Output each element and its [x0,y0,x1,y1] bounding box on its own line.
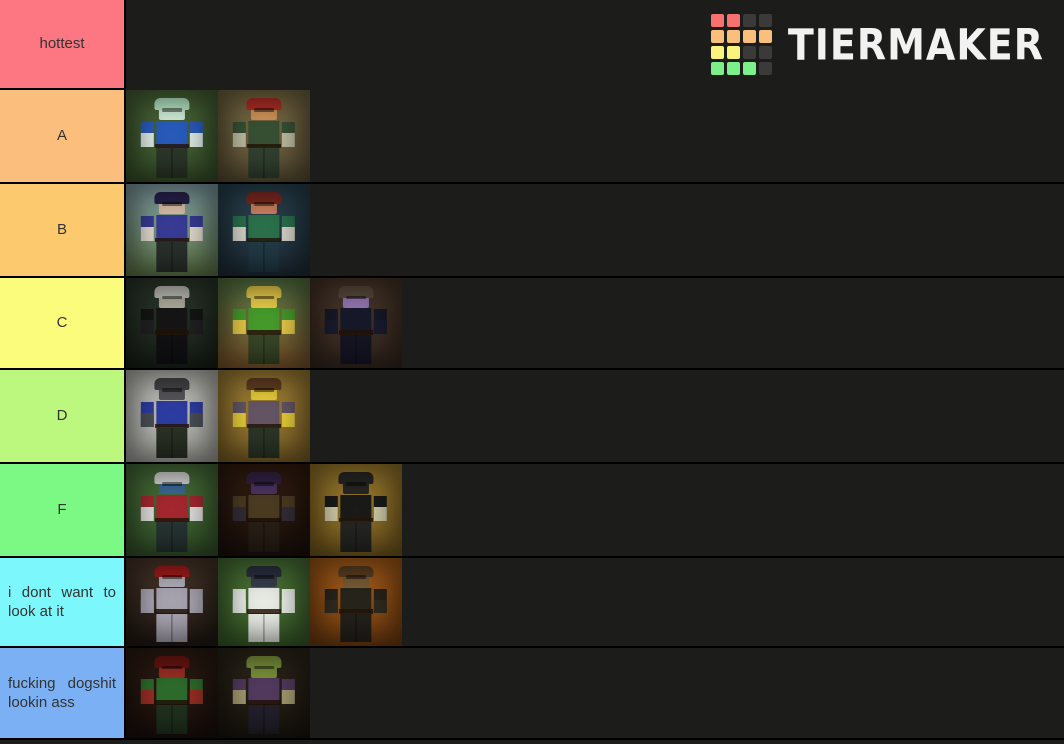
tier-item-thumbnail[interactable] [218,90,310,182]
tier-label-6[interactable]: i dont want to look at it [0,558,126,646]
thumbnail-artwork [218,370,310,462]
tier-items-5[interactable] [126,464,1064,556]
logo-cell-14 [742,62,756,75]
tiermaker-logo[interactable]: TIERMAKER [710,14,1044,75]
tier-label-4[interactable]: D [0,370,126,462]
logo-wordmark: TIERMAKER [787,19,1044,70]
thumbnail-artwork [218,184,310,276]
logo-cell-0 [710,14,724,27]
tier-item-thumbnail[interactable] [218,558,310,646]
tier-item-thumbnail[interactable] [126,558,218,646]
tier-items-1[interactable] [126,90,1064,182]
header-bar: TIERMAKER [126,0,1064,90]
tier-label-text: C [56,314,68,332]
logo-cell-1 [726,14,740,27]
logo-cell-10 [742,46,756,59]
tier-row: F [0,464,1064,558]
tier-items-4[interactable] [126,370,1064,462]
tier-item-thumbnail[interactable] [218,370,310,462]
tier-item-thumbnail[interactable] [310,558,402,646]
thumbnail-artwork [126,184,218,276]
tier-item-thumbnail[interactable] [218,278,310,368]
logo-cell-15 [758,62,772,75]
thumbnail-artwork [310,464,402,556]
thumbnail-artwork [218,278,310,368]
thumbnail-artwork [218,90,310,182]
tier-label-3[interactable]: C [0,278,126,368]
tier-label-1[interactable]: A [0,90,126,182]
thumbnail-artwork [310,558,402,646]
tier-label-text: D [56,407,68,425]
logo-cell-4 [710,30,724,43]
tier-label-text: B [56,221,67,239]
logo-cell-8 [710,46,724,59]
tier-row: D [0,370,1064,464]
thumbnail-artwork [218,648,310,738]
tier-item-thumbnail[interactable] [218,648,310,738]
tier-label-text: fucking dogshit lookin ass [8,674,116,711]
tier-row: C [0,278,1064,370]
thumbnail-artwork [218,464,310,556]
tier-items-3[interactable] [126,278,1064,368]
tier-item-thumbnail[interactable] [218,184,310,276]
thumbnail-artwork [126,278,218,368]
logo-cell-5 [726,30,740,43]
tier-label-text: i dont want to look at it [8,583,116,620]
tier-item-thumbnail[interactable] [218,464,310,556]
logo-cell-9 [726,46,740,59]
tiermaker-app: hottest A B C D Fi dont want to look at it fuc… [0,0,1064,744]
tier-row: A [0,90,1064,184]
tier-item-thumbnail[interactable] [310,278,402,368]
tier-row: fucking dogshit lookin ass [0,648,1064,740]
thumbnail-artwork [126,648,218,738]
thumbnail-artwork [126,464,218,556]
thumbnail-artwork [218,558,310,646]
tier-row: B [0,184,1064,278]
logo-cell-13 [726,62,740,75]
tier-item-thumbnail[interactable] [126,184,218,276]
tier-items-7[interactable] [126,648,1064,738]
logo-cell-2 [742,14,756,27]
tier-list: hottest A B C D Fi dont want to look at it fuc… [0,0,1064,740]
logo-grid-icon [710,14,772,75]
thumbnail-artwork [126,90,218,182]
thumbnail-artwork [126,370,218,462]
tier-label-text: F [57,501,67,519]
tier-items-2[interactable] [126,184,1064,276]
tier-items-6[interactable] [126,558,1064,646]
tier-row: i dont want to look at it [0,558,1064,648]
tier-label-0[interactable]: hottest [0,0,126,88]
tier-item-thumbnail[interactable] [126,464,218,556]
logo-cell-7 [758,30,772,43]
tier-item-thumbnail[interactable] [126,648,218,738]
tier-label-5[interactable]: F [0,464,126,556]
tier-item-thumbnail[interactable] [126,278,218,368]
thumbnail-artwork [126,558,218,646]
thumbnail-artwork [310,278,402,368]
tier-label-7[interactable]: fucking dogshit lookin ass [0,648,126,738]
tier-item-thumbnail[interactable] [310,464,402,556]
logo-cell-6 [742,30,756,43]
tier-item-thumbnail[interactable] [126,90,218,182]
tier-label-text: hottest [39,35,85,53]
logo-cell-12 [710,62,724,75]
tier-item-thumbnail[interactable] [126,370,218,462]
tier-label-2[interactable]: B [0,184,126,276]
tier-label-text: A [56,127,67,145]
logo-cell-3 [758,14,772,27]
logo-cell-11 [758,46,772,59]
